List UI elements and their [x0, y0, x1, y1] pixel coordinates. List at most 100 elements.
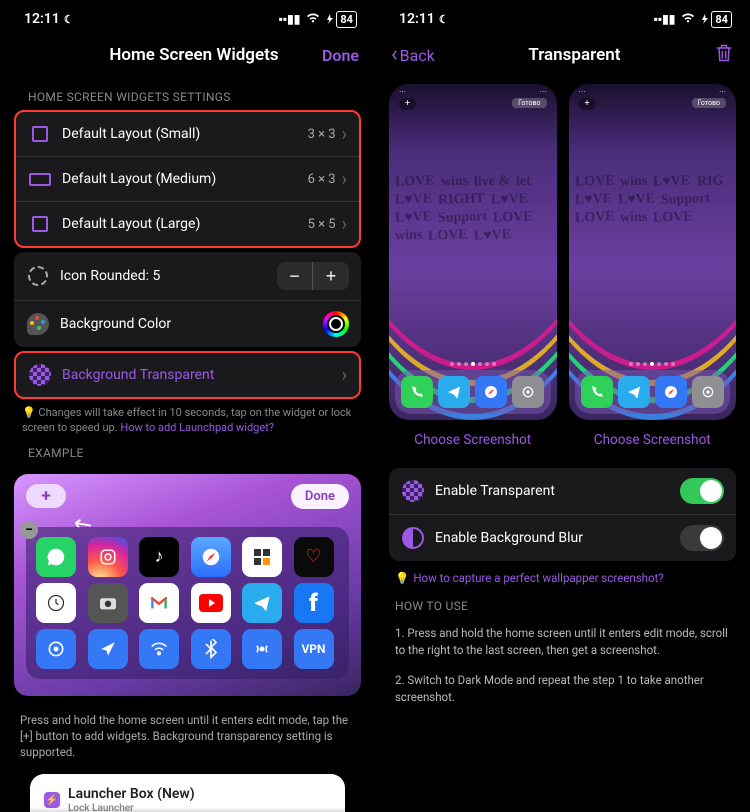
- example-card: + Done ↖ − ♪ ♡ f: [14, 474, 361, 696]
- app-safari-icon: [191, 537, 231, 577]
- row-layout-large[interactable]: Default Layout (Large) 5 × 5 ›: [16, 202, 359, 246]
- example-header: EXAMPLE: [0, 436, 375, 466]
- dock: [395, 370, 551, 414]
- app-heart-icon: ♡: [294, 537, 334, 577]
- dock-safari-icon: [475, 376, 507, 408]
- app-location-icon: [88, 629, 128, 669]
- stepper-plus[interactable]: +: [313, 262, 349, 290]
- remove-icon: −: [20, 521, 38, 539]
- rect-medium-icon: [29, 173, 51, 186]
- nav-header: ‹ Back Transparent: [375, 34, 750, 80]
- screen-widgets: 12:11 ☾ ▪▪▮▮ 84 Home Screen Widgets Done…: [0, 0, 375, 812]
- screen-transparent: 12:11 ☾ ▪▪▮▮ 84 ‹ Back Transparent: [375, 0, 750, 812]
- dock-settings-icon: [512, 376, 544, 408]
- app-youtube-icon: [191, 583, 231, 623]
- howto-header: HOW TO USE: [375, 589, 750, 619]
- screenshot-preview-1[interactable]: ⋯⋯ + Готово LOVEwinslive &letL♥VERIGHT L…: [389, 84, 557, 420]
- dnd-moon-icon: ☾: [64, 13, 74, 26]
- capture-hint[interactable]: 💡 How to capture a perfect wallpapper sc…: [375, 561, 750, 589]
- section-header: HOME SCREEN WIDGETS SETTINGS: [0, 80, 375, 110]
- app-settings-icon: [36, 629, 76, 669]
- dashed-circle-icon: [28, 266, 48, 286]
- launcher-title: Launcher Box (New): [68, 786, 195, 802]
- app-tiktok-icon: ♪: [139, 537, 179, 577]
- dock-telegram-icon: [618, 376, 650, 408]
- row-bg-transparent[interactable]: Background Transparent ›: [16, 353, 359, 397]
- app-bluetooth-icon: [191, 629, 231, 669]
- app-camera-icon: [88, 583, 128, 623]
- choose-screenshot-2[interactable]: Choose Screenshot: [569, 420, 737, 462]
- bulb-icon: 💡: [395, 571, 409, 585]
- status-bar: 12:11 ☾ ▪▪▮▮ 84: [0, 0, 375, 34]
- preview-col-1: ⋯⋯ + Готово LOVEwinslive &letL♥VERIGHT L…: [389, 84, 557, 462]
- hint-text: 💡 Changes will take effect in 10 seconds…: [0, 399, 375, 436]
- row-layout-medium[interactable]: Default Layout (Medium) 6 × 3 ›: [16, 157, 359, 202]
- page-title: Transparent: [435, 45, 714, 65]
- example-add-button: +: [26, 484, 66, 508]
- chevron-right-icon: ›: [342, 214, 347, 235]
- halfcircle-icon: [402, 527, 424, 549]
- appearance-list: Icon Rounded: 5 − + Background Color: [14, 252, 361, 347]
- toggle-blur[interactable]: [680, 525, 724, 551]
- palette-icon: [27, 313, 49, 335]
- app-gmail-icon: [139, 583, 179, 623]
- status-bar: 12:11 ☾ ▪▪▮▮ 84: [375, 0, 750, 34]
- checker-icon: [29, 364, 51, 386]
- dock: [575, 370, 731, 414]
- chevron-left-icon: ‹: [391, 44, 398, 66]
- done-button[interactable]: Done: [322, 46, 359, 65]
- row-bg-color[interactable]: Background Color: [14, 301, 361, 347]
- dock-settings-icon: [692, 376, 724, 408]
- square-large-icon: [32, 216, 48, 232]
- app-hotspot-icon: [242, 629, 282, 669]
- preview-col-2: ⋯⋯ + Готово LOVEwinsL♥VERIG L♥VEL♥VESupp…: [569, 84, 737, 462]
- rounded-stepper[interactable]: − +: [277, 262, 349, 290]
- app-whatsapp-icon: [36, 537, 76, 577]
- page-title: Home Screen Widgets: [66, 45, 322, 65]
- fade-overlay: [0, 807, 375, 812]
- status-time: 12:11: [399, 11, 435, 27]
- battery-icon: 84: [701, 11, 732, 28]
- howto-step-1: 1. Press and hold the home screen until …: [375, 619, 750, 666]
- dock-phone-icon: [581, 376, 613, 408]
- app-telegram-icon: [242, 583, 282, 623]
- hint-link[interactable]: How to add Launchpad widget?: [120, 421, 274, 434]
- stepper-minus[interactable]: −: [277, 262, 313, 290]
- dnd-moon-icon: ☾: [439, 13, 449, 26]
- example-icon-grid: − ♪ ♡ f VPN: [26, 527, 349, 679]
- wifi-icon: [680, 12, 696, 27]
- layout-list: Default Layout (Small) 3 × 3 › Default L…: [14, 110, 361, 248]
- app-facebook-icon: f: [294, 583, 334, 623]
- colorwheel-icon[interactable]: [323, 311, 349, 337]
- example-done-button: Done: [291, 484, 349, 509]
- back-button[interactable]: ‹ Back: [391, 44, 435, 66]
- toggle-list: Enable Transparent Enable Background Blu…: [389, 468, 736, 561]
- square-small-icon: [32, 126, 48, 142]
- trash-button[interactable]: [714, 42, 734, 68]
- transparent-list: Background Transparent ›: [14, 351, 361, 399]
- rocket-icon: ⚡: [44, 792, 60, 808]
- app-instagram-icon: [88, 537, 128, 577]
- wifi-icon: [305, 12, 321, 27]
- chevron-right-icon: ›: [342, 365, 347, 386]
- choose-screenshot-1[interactable]: Choose Screenshot: [389, 420, 557, 462]
- row-enable-transparent: Enable Transparent: [389, 468, 736, 515]
- screenshot-preview-2[interactable]: ⋯⋯ + Готово LOVEwinsL♥VERIG L♥VEL♥VESupp…: [569, 84, 737, 420]
- row-icon-rounded: Icon Rounded: 5 − +: [14, 252, 361, 301]
- app-vpn-icon: VPN: [294, 629, 334, 669]
- dock-telegram-icon: [438, 376, 470, 408]
- chevron-right-icon: ›: [342, 169, 347, 190]
- chevron-right-icon: ›: [342, 124, 347, 145]
- battery-icon: 84: [326, 11, 357, 28]
- dock-safari-icon: [655, 376, 687, 408]
- checker-icon: [402, 480, 424, 502]
- app-clock-icon: [36, 583, 76, 623]
- row-layout-small[interactable]: Default Layout (Small) 3 × 3 ›: [16, 112, 359, 157]
- howto-step-2: 2. Switch to Dark Mode and repeat the st…: [375, 666, 750, 713]
- example-desc: Press and hold the home screen until it …: [0, 704, 375, 768]
- app-wifi-icon: [139, 629, 179, 669]
- dock-phone-icon: [401, 376, 433, 408]
- signal-icon: ▪▪▮▮: [279, 12, 301, 26]
- toggle-transparent[interactable]: [680, 478, 724, 504]
- status-time: 12:11: [24, 11, 60, 27]
